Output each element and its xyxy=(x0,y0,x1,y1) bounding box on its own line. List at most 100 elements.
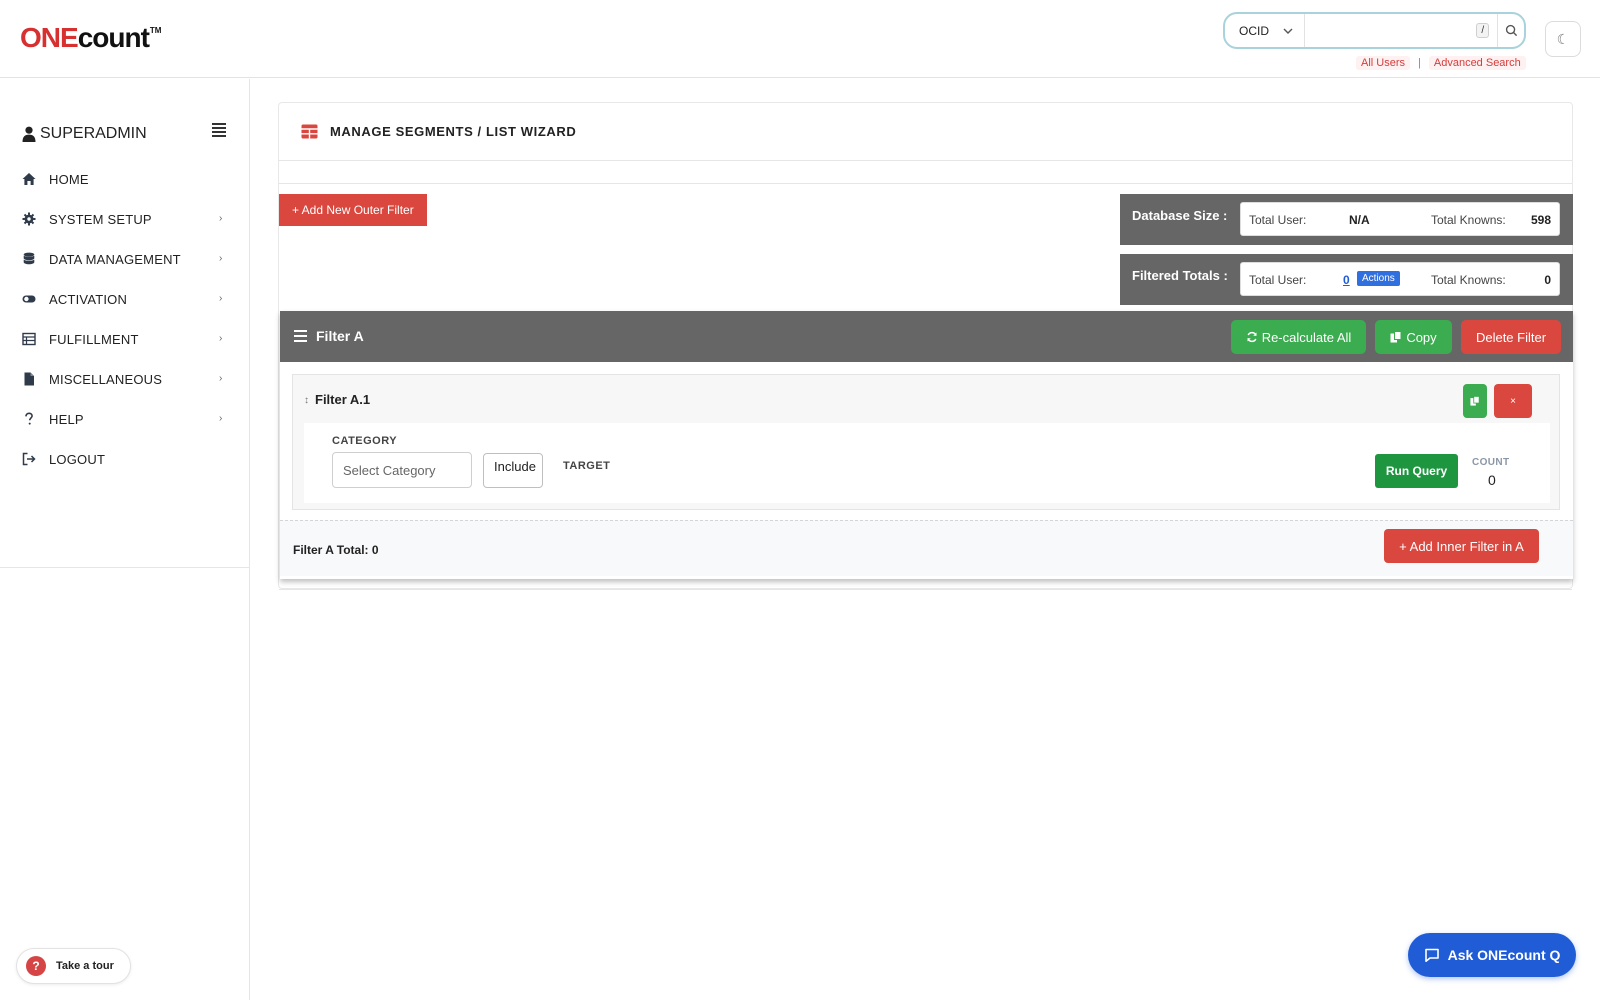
add-outer-filter-button[interactable]: + Add New Outer Filter xyxy=(279,194,427,226)
delete-filter-button[interactable]: Delete Filter xyxy=(1461,320,1561,354)
category-placeholder: Select Category xyxy=(343,462,436,478)
drag-handle-icon[interactable] xyxy=(294,330,307,345)
sidebar-item-help[interactable]: HELP › xyxy=(0,399,250,439)
logo-trademark: TM xyxy=(149,26,162,35)
sidebar-item-label: MISCELLANEOUS xyxy=(49,371,163,387)
chevron-right-icon: › xyxy=(219,373,223,384)
logout-icon xyxy=(22,452,36,466)
copy-icon xyxy=(1390,331,1402,343)
home-icon xyxy=(22,172,36,186)
file-icon xyxy=(22,372,36,386)
copy-icon xyxy=(1470,396,1480,406)
sidebar-item-activation[interactable]: ACTIVATION › xyxy=(0,279,250,319)
close-icon: × xyxy=(1510,395,1516,407)
filter-a-total: Filter A Total: 0 xyxy=(293,543,379,557)
sidebar-item-logout[interactable]: LOGOUT xyxy=(0,439,250,479)
sidebar-nav: HOME SYSTEM SETUP › DATA MANAGEMENT › AC… xyxy=(0,159,250,479)
filtered-totals-label: Filtered Totals : xyxy=(1132,268,1228,283)
sidebar: SUPERADMIN HOME SYSTEM SETUP › DATA MANA… xyxy=(0,79,250,1000)
total-knowns-label: Total Knowns: xyxy=(1431,273,1506,287)
copy-inner-filter-button[interactable] xyxy=(1463,384,1487,418)
take-tour-button[interactable]: ? Take a tour xyxy=(16,948,131,984)
sidebar-item-label: ACTIVATION xyxy=(49,291,128,307)
card-header: MANAGE SEGMENTS / LIST WIZARD xyxy=(279,103,1572,161)
target-label: TARGET xyxy=(563,460,611,472)
fulfillment-icon xyxy=(22,332,36,346)
database-size-panel: Database Size : Total User: N/A Total Kn… xyxy=(1120,194,1573,245)
include-select[interactable]: Include xyxy=(483,453,543,488)
toggle-icon xyxy=(22,292,36,306)
user-profile: SUPERADMIN xyxy=(22,125,232,143)
sidebar-item-home[interactable]: HOME xyxy=(0,159,250,199)
card-divider xyxy=(279,183,1572,184)
sidebar-item-data-management[interactable]: DATA MANAGEMENT › xyxy=(0,239,250,279)
sidebar-item-label: SYSTEM SETUP xyxy=(49,211,152,227)
user-icon xyxy=(22,126,36,142)
filtered-user-count-link[interactable]: 0 xyxy=(1343,273,1350,287)
gear-icon xyxy=(22,212,36,226)
sidebar-item-miscellaneous[interactable]: MISCELLANEOUS › xyxy=(0,359,250,399)
database-size-label: Database Size : xyxy=(1132,208,1228,223)
advanced-search-link[interactable]: Advanced Search xyxy=(1428,56,1526,70)
sidebar-item-fulfillment[interactable]: FULFILLMENT › xyxy=(0,319,250,359)
copy-filter-button[interactable]: Copy xyxy=(1375,320,1452,354)
sidebar-divider xyxy=(0,567,250,568)
ask-onecount-q-button[interactable]: Ask ONEcount Q xyxy=(1408,933,1576,977)
total-knowns-value: 598 xyxy=(1530,213,1551,227)
count-value: 0 xyxy=(1488,472,1496,488)
total-user-value: N/A xyxy=(1349,213,1370,227)
chevron-down-icon xyxy=(1283,28,1293,34)
category-select[interactable]: Select Category xyxy=(332,452,472,488)
moon-icon: ☾ xyxy=(1556,30,1570,47)
inner-filter-a1: ↕ Filter A.1 × CATEGORY Select Category … xyxy=(292,374,1560,510)
chevron-right-icon: › xyxy=(219,333,223,344)
search-button[interactable] xyxy=(1497,14,1524,47)
category-label: CATEGORY xyxy=(332,435,398,447)
segments-card: MANAGE SEGMENTS / LIST WIZARD + Add New … xyxy=(278,102,1573,590)
copy-label: Copy xyxy=(1406,329,1437,345)
actions-badge[interactable]: Actions xyxy=(1357,271,1400,286)
link-separator: | xyxy=(1418,57,1421,69)
remove-inner-filter-button[interactable]: × xyxy=(1494,384,1532,418)
question-icon xyxy=(22,412,36,426)
sidebar-collapse-icon[interactable] xyxy=(212,123,226,137)
onecount-logo[interactable]: ONE count TM xyxy=(20,24,161,52)
total-knowns-value: 0 xyxy=(1544,273,1551,287)
logo-count-text: count xyxy=(77,22,150,53)
sidebar-item-label: HELP xyxy=(49,411,84,427)
theme-toggle-button[interactable]: ☾ xyxy=(1545,21,1581,57)
add-inner-filter-button[interactable]: + Add Inner Filter in A xyxy=(1384,529,1539,563)
count-label: COUNT xyxy=(1472,457,1510,468)
chevron-right-icon: › xyxy=(219,293,223,304)
recalculate-all-label: Re-calculate All xyxy=(1261,329,1352,345)
recalculate-all-button[interactable]: Re-calculate All xyxy=(1231,320,1366,354)
chat-icon xyxy=(1424,948,1439,962)
help-circle-icon: ? xyxy=(26,956,46,976)
filter-a-footer: Filter A Total: 0 + Add Inner Filter in … xyxy=(280,520,1573,576)
all-users-link[interactable]: All Users xyxy=(1356,56,1411,70)
inner-filter-title: Filter A.1 xyxy=(315,392,371,407)
chevron-right-icon: › xyxy=(219,413,223,424)
search-input[interactable] xyxy=(1305,14,1477,47)
filter-a-title: Filter A xyxy=(316,328,364,344)
filter-a-panel: Filter A Re-calculate All Copy Delete Fi… xyxy=(280,311,1573,579)
table-icon xyxy=(301,124,318,139)
search-type-value: OCID xyxy=(1239,23,1269,38)
search-icon xyxy=(1505,24,1517,37)
total-knowns-label: Total Knowns: xyxy=(1431,213,1506,227)
search-links: All Users | Advanced Search xyxy=(1356,56,1526,70)
sidebar-item-system-setup[interactable]: SYSTEM SETUP › xyxy=(0,199,250,239)
take-tour-label: Take a tour xyxy=(56,960,114,972)
chevron-right-icon: › xyxy=(219,253,223,264)
database-size-values: Total User: N/A Total Knowns: 598 xyxy=(1240,202,1560,236)
filtered-totals-panel: Filtered Totals : Total User: 0 Actions … xyxy=(1120,254,1573,305)
include-value: Include xyxy=(494,459,536,474)
refresh-icon xyxy=(1246,331,1257,343)
sort-handle-icon[interactable]: ↕ xyxy=(304,395,309,406)
logo-one-text: ONE xyxy=(20,22,79,53)
run-query-button[interactable]: Run Query xyxy=(1375,454,1458,488)
shortcut-key: / xyxy=(1476,23,1490,38)
search-type-select[interactable]: OCID xyxy=(1225,14,1306,47)
sidebar-item-label: DATA MANAGEMENT xyxy=(49,251,181,267)
ask-label: Ask ONEcount Q xyxy=(1447,947,1561,963)
